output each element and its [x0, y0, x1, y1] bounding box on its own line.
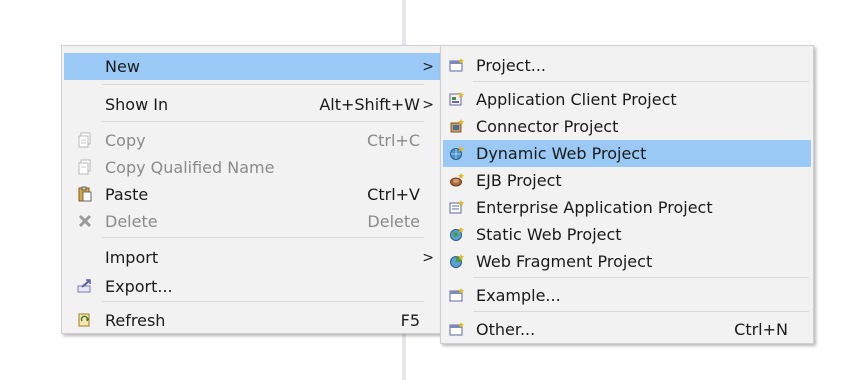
connector-icon — [449, 118, 465, 134]
copy-qualified-icon — [77, 159, 93, 175]
new-submenu: Project... Application Client Project Co… — [440, 45, 814, 344]
menu-item-label: Static Web Project — [476, 225, 622, 244]
menu-item-label: Dynamic Web Project — [476, 144, 647, 163]
submenu-item-example[interactable]: Example... — [443, 282, 811, 309]
menu-separator — [473, 311, 809, 312]
submenu-item-application-client-project[interactable]: Application Client Project — [443, 86, 811, 113]
submenu-item-ejb-project[interactable]: EJB Project — [443, 167, 811, 194]
menu-item-label: Project... — [476, 56, 546, 75]
menu-separator — [102, 301, 424, 302]
new-wizard-icon — [449, 321, 465, 337]
menu-separator — [102, 84, 424, 85]
menu-item-label: Show In — [105, 95, 169, 114]
menu-item-label: Copy Qualified Name — [105, 158, 275, 177]
ejb-icon — [449, 172, 465, 188]
copy-icon — [77, 132, 93, 148]
submenu-item-dynamic-web-project[interactable]: Dynamic Web Project — [443, 140, 811, 167]
dynamic-web-icon — [449, 145, 465, 161]
submenu-item-enterprise-application-project[interactable]: Enterprise Application Project — [443, 194, 811, 221]
chevron-right-icon: > — [422, 58, 434, 75]
menu-item-label: Copy — [105, 131, 146, 150]
web-fragment-icon — [449, 253, 465, 269]
export-icon — [77, 278, 93, 294]
menu-item-shortcut: Ctrl+V — [367, 185, 420, 204]
menu-item-label: Export... — [105, 277, 173, 296]
menu-item-label: Web Fragment Project — [476, 252, 653, 271]
new-example-icon — [449, 287, 465, 303]
new-project-icon — [449, 57, 465, 73]
menu-item-copy-qualified-name[interactable]: Copy Qualified Name — [64, 154, 440, 181]
menu-item-label: Enterprise Application Project — [476, 198, 713, 217]
submenu-item-web-fragment-project[interactable]: Web Fragment Project — [443, 248, 811, 275]
chevron-right-icon: > — [422, 249, 434, 266]
menu-item-label: Refresh — [105, 311, 166, 330]
menu-item-label: Application Client Project — [476, 90, 677, 109]
chevron-right-icon: > — [422, 96, 434, 113]
menu-item-new[interactable]: New > — [64, 53, 440, 80]
submenu-item-static-web-project[interactable]: Static Web Project — [443, 221, 811, 248]
menu-item-label: Example... — [476, 286, 561, 305]
menu-item-export[interactable]: Export... — [64, 273, 440, 300]
menu-item-shortcut: Ctrl+N — [734, 320, 788, 339]
menu-item-label: Paste — [105, 185, 149, 204]
menu-item-import[interactable]: Import > — [64, 244, 440, 271]
menu-item-shortcut: F5 — [400, 311, 420, 330]
submenu-item-other[interactable]: Other... Ctrl+N — [443, 316, 811, 343]
menu-item-label: Delete — [105, 212, 158, 231]
menu-item-refresh[interactable]: Refresh F5 — [64, 307, 440, 334]
refresh-icon — [77, 312, 93, 328]
submenu-item-project[interactable]: Project... — [443, 52, 811, 79]
menu-item-label: Other... — [476, 320, 536, 339]
menu-item-label: Connector Project — [476, 117, 619, 136]
menu-item-label: New — [105, 57, 140, 76]
menu-item-paste[interactable]: Paste Ctrl+V — [64, 181, 440, 208]
submenu-item-connector-project[interactable]: Connector Project — [443, 113, 811, 140]
menu-item-shortcut: Ctrl+C — [366, 131, 420, 150]
menu-item-label: Import — [105, 248, 159, 267]
static-web-icon — [449, 226, 465, 242]
menu-separator — [102, 121, 424, 122]
menu-item-copy[interactable]: Copy Ctrl+C — [64, 127, 440, 154]
menu-separator — [473, 81, 809, 82]
application-client-icon — [449, 91, 465, 107]
menu-item-show-in[interactable]: Show In Alt+Shift+W > — [64, 91, 440, 118]
menu-item-shortcut: Delete — [367, 212, 420, 231]
menu-item-label: EJB Project — [476, 171, 562, 190]
menu-separator — [473, 277, 809, 278]
paste-icon — [77, 186, 93, 202]
menu-separator — [102, 237, 424, 238]
menu-item-shortcut: Alt+Shift+W — [319, 95, 420, 114]
delete-icon — [77, 213, 93, 229]
menu-item-delete[interactable]: Delete Delete — [64, 208, 440, 235]
context-menu: New > Show In Alt+Shift+W > Copy Ctrl+C … — [61, 45, 443, 334]
enterprise-app-icon — [449, 199, 465, 215]
